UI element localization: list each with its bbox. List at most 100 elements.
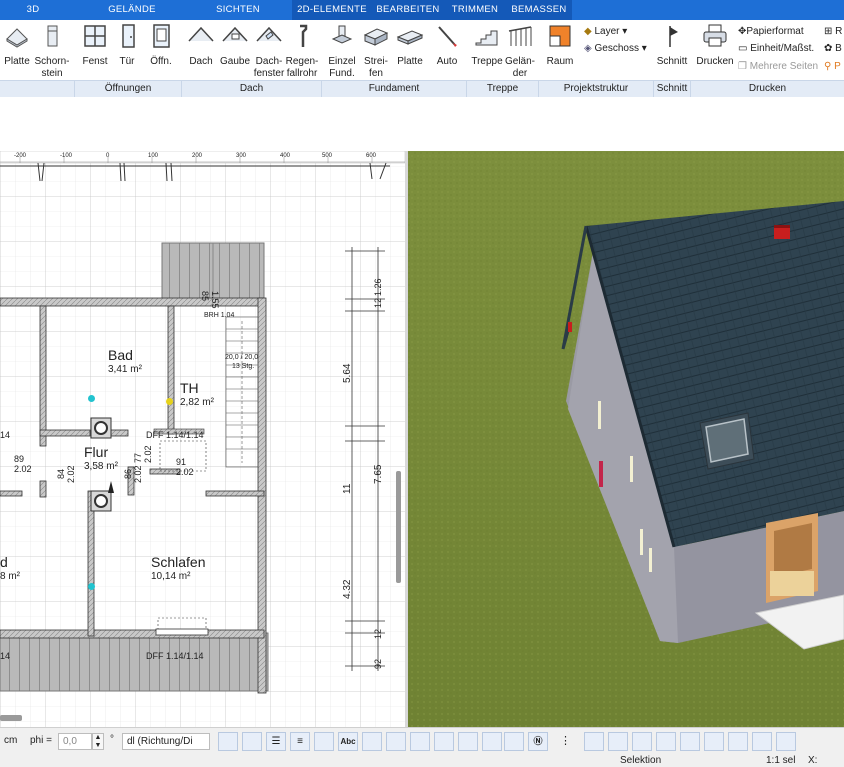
status-mode: Selektion — [620, 755, 662, 766]
snap-point-marker[interactable] — [166, 398, 173, 405]
window-icon — [84, 25, 106, 47]
tab-3d[interactable]: 3D — [8, 0, 58, 20]
auto-button[interactable]: Auto — [432, 23, 462, 85]
roof-toggle-icon[interactable] — [458, 732, 478, 751]
room-name-flur[interactable]: Flur — [84, 444, 108, 460]
tab-gelaende[interactable]: GELÄNDE — [100, 0, 164, 20]
stair-rise-label: 20,0 / 20,0 — [225, 354, 259, 361]
snap-icon[interactable] — [728, 732, 748, 751]
strip-foundation-icon — [363, 28, 389, 46]
papierformat-button[interactable]: ✥Papierformat — [738, 25, 804, 38]
drucken-button[interactable]: Drucken — [696, 23, 734, 85]
3d-view[interactable] — [408, 151, 844, 727]
snap-center-icon[interactable] — [752, 732, 772, 751]
north-arrow-icon[interactable]: Ⓝ — [528, 732, 548, 751]
tab-bemassen[interactable]: BEMASSEN — [506, 0, 572, 20]
platte-button[interactable]: Platte — [2, 23, 32, 85]
room-name-schlafen[interactable]: Schlafen — [151, 554, 205, 570]
tuer-button[interactable]: Tür — [114, 23, 140, 85]
ruler-tick: 0 — [106, 153, 110, 159]
phi-stepper[interactable]: ▲ ▼ — [92, 733, 104, 750]
mehrere-seiten-button[interactable]: ❐ Mehrere Seiten — [738, 60, 818, 73]
view-window-icon[interactable] — [584, 732, 604, 751]
regenfallrohr-button[interactable]: Regen- fallrohr — [284, 23, 320, 85]
tab-2d-elemente[interactable]: 2D-ELEMENTE — [292, 0, 372, 20]
view-elevation-icon[interactable] — [680, 732, 700, 751]
grid-toggle-icon[interactable] — [776, 732, 796, 751]
snap-point-marker[interactable] — [88, 395, 95, 402]
grid-icon[interactable]: ⊞ R — [824, 25, 842, 38]
ruler-tick: 400 — [280, 153, 291, 159]
slab-toggle-icon[interactable] — [504, 732, 524, 751]
door-height-77: 2.02 — [143, 445, 153, 463]
layer-icon: ◆ — [584, 26, 592, 37]
direction-select[interactable]: dl (Richtung/Di — [122, 733, 210, 750]
ruler-tick: 100 — [148, 153, 159, 159]
view-single-icon[interactable] — [608, 732, 628, 751]
dachfenster-button[interactable]: Dach- fenster — [252, 23, 286, 85]
foundation-slab-icon — [396, 30, 424, 45]
door-width-86: 86 — [123, 468, 133, 479]
streifenfundament-button[interactable]: Strei- fen — [360, 23, 392, 85]
wall-icon[interactable] — [434, 732, 454, 751]
gaube-button[interactable]: Gaube — [220, 23, 250, 85]
room-name-bad[interactable]: Bad — [108, 347, 133, 363]
view-3d-icon[interactable] — [656, 732, 676, 751]
dormer-icon — [222, 26, 248, 42]
frame-icon[interactable] — [386, 732, 406, 751]
tab-trimmen[interactable]: TRIMMEN — [444, 0, 506, 20]
list-icon[interactable]: ≡ — [290, 732, 310, 751]
dimension-icon[interactable] — [314, 732, 334, 751]
snap-point-marker[interactable] — [88, 583, 95, 590]
schornstein-button[interactable]: Schorn- stein — [34, 23, 70, 85]
view-section-icon[interactable] — [704, 732, 724, 751]
ortho-icon[interactable] — [800, 732, 820, 751]
left-dim-top: 14 — [0, 430, 11, 440]
einheit-massstab-button[interactable]: ▭ Einheit/Maßst. — [738, 42, 814, 55]
raum-button[interactable]: Raum — [544, 23, 576, 85]
dim-155: 1.55 — [210, 291, 220, 309]
group-label-blank — [0, 81, 75, 97]
group-label-fundament: Fundament — [322, 81, 467, 97]
ribbon-group-bar: Öffnungen Dach Fundament Treppe Projekts… — [0, 80, 844, 97]
view-split-icon[interactable] — [632, 732, 652, 751]
dach-button[interactable]: Dach — [186, 23, 216, 85]
stairs-toggle-icon[interactable] — [482, 732, 502, 751]
ruler-tick: 600 — [366, 153, 377, 159]
roof-icon — [188, 26, 214, 42]
door-width-91: 91 — [176, 457, 187, 467]
fenster-button[interactable]: Fenst — [80, 23, 110, 85]
settings-gear-icon[interactable]: ✿ B — [824, 42, 842, 55]
hatch-icon[interactable] — [218, 732, 238, 751]
select-rect-icon[interactable] — [410, 732, 430, 751]
measure-icon[interactable] — [362, 732, 382, 751]
room-name-left[interactable]: d — [0, 554, 8, 570]
group-label-treppe: Treppe — [467, 81, 539, 97]
door-icon — [122, 24, 135, 48]
einzelfundament-button[interactable]: Einzel Fund. — [326, 23, 358, 85]
location-pin-icon[interactable]: ⚲ P — [824, 60, 841, 73]
gelaender-button[interactable]: Gelän- der — [504, 23, 536, 85]
group-label-oeffnungen: Öffnungen — [75, 81, 182, 97]
layers-icon[interactable] — [242, 732, 262, 751]
oeffnung-button[interactable]: Öffn. — [146, 23, 176, 85]
layer-dropdown[interactable]: ◆ Layer ▾ — [584, 25, 627, 38]
geschoss-dropdown[interactable]: ◈ Geschoss ▾ — [584, 42, 647, 55]
text-abc-icon[interactable]: Abc — [338, 732, 358, 751]
dim-92: 92 — [373, 658, 383, 669]
door-height-91: 2.02 — [176, 467, 194, 477]
degree-label: ° — [110, 734, 114, 745]
lineweight-icon[interactable]: ☰ — [266, 732, 286, 751]
tab-sichten[interactable]: SICHTEN — [208, 0, 268, 20]
cursor-icon[interactable] — [822, 732, 842, 751]
more-options-icon[interactable]: ⋮ — [560, 734, 571, 747]
room-name-th[interactable]: TH — [180, 380, 199, 396]
treppe-button[interactable]: Treppe — [470, 23, 504, 85]
schnitt-button[interactable]: Schnitt — [654, 23, 690, 85]
tab-bearbeiten[interactable]: BEARBEITEN — [372, 0, 444, 20]
dim-432: 4.32 — [342, 579, 353, 599]
dim-126: 1.26 — [373, 278, 383, 296]
phi-input[interactable]: 0,0 — [58, 733, 92, 750]
floor-plan-view[interactable]: -200 -100 0 100 200 300 400 500 600 Bad … — [0, 151, 405, 727]
fundamentplatte-button[interactable]: Platte — [394, 23, 426, 85]
